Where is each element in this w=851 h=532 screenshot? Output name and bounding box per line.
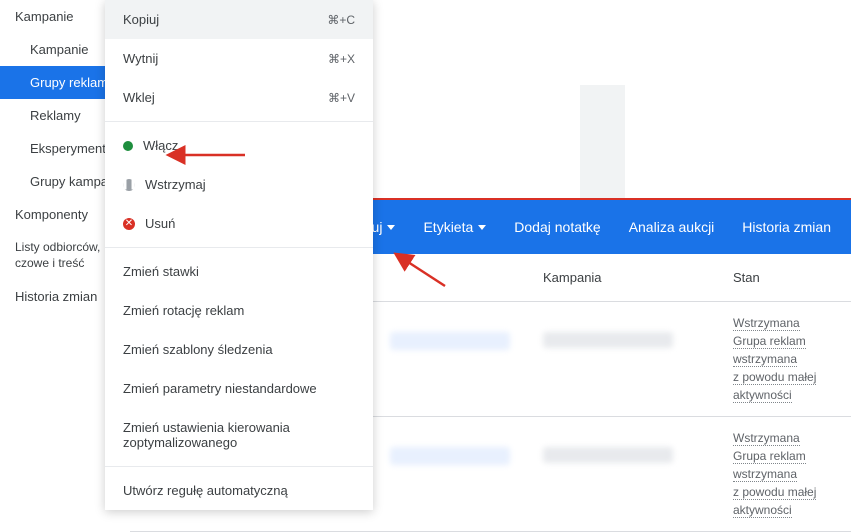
annotation-arrow: [400, 258, 450, 293]
toolbar-history[interactable]: Historia zmian: [742, 219, 831, 235]
menu-label: Kopiuj: [123, 12, 159, 27]
menu-label: Wstrzymaj: [145, 177, 206, 192]
menu-shortcut: ⌘+C: [327, 13, 355, 27]
pause-icon: ❚❚: [123, 179, 135, 191]
th-status: Stan: [715, 254, 851, 301]
menu-item-pause[interactable]: ❚❚ Wstrzymaj: [105, 165, 373, 204]
menu-item-remove[interactable]: ✕ Usuń: [105, 204, 373, 243]
caret-down-icon: [387, 225, 395, 230]
menu-shortcut: ⌘+V: [328, 91, 355, 105]
chart-bar: [580, 85, 625, 200]
menu-label: Zmień szablony śledzenia: [123, 342, 273, 357]
blurred-text: [390, 332, 510, 350]
blurred-text: [543, 332, 673, 348]
blurred-text: [390, 447, 510, 465]
th-campaign: Kampania: [525, 254, 715, 301]
enable-icon: [123, 141, 133, 151]
toolbar-label-text: Etykieta: [423, 219, 473, 235]
menu-divider: [105, 121, 373, 122]
blurred-text: [543, 447, 673, 463]
td-status: WstrzymanaGrupa reklamwstrzymanaz powodu…: [715, 417, 851, 531]
menu-label: Zmień stawki: [123, 264, 199, 279]
menu-label: Wytnij: [123, 51, 158, 66]
menu-label: Wklej: [123, 90, 155, 105]
toolbar-auction-analysis[interactable]: Analiza aukcji: [629, 219, 715, 235]
menu-item-change-tracking[interactable]: Zmień szablony śledzenia: [105, 330, 373, 369]
menu-label: Zmień parametry niestandardowe: [123, 381, 317, 396]
menu-divider: [105, 466, 373, 467]
menu-label: Zmień rotację reklam: [123, 303, 244, 318]
menu-item-create-rule[interactable]: Utwórz regułę automatyczną: [105, 471, 373, 510]
menu-item-change-targeting[interactable]: Zmień ustawienia kierowania zoptymalizow…: [105, 408, 373, 462]
menu-label: Włącz: [143, 138, 178, 153]
toolbar-label[interactable]: Etykieta: [423, 219, 486, 235]
menu-label: Utwórz regułę automatyczną: [123, 483, 288, 498]
caret-down-icon: [478, 225, 486, 230]
annotation-arrow: [175, 147, 245, 168]
menu-shortcut: ⌘+X: [328, 52, 355, 66]
menu-label: Zmień ustawienia kierowania zoptymalizow…: [123, 420, 355, 450]
menu-label: Usuń: [145, 216, 175, 231]
menu-item-cut[interactable]: Wytnij ⌘+X: [105, 39, 373, 78]
menu-item-copy[interactable]: Kopiuj ⌘+C: [105, 0, 373, 39]
menu-item-change-bids[interactable]: Zmień stawki: [105, 252, 373, 291]
remove-icon: ✕: [123, 218, 135, 230]
toolbar-add-note[interactable]: Dodaj notatkę: [514, 219, 600, 235]
menu-divider: [105, 247, 373, 248]
menu-item-paste[interactable]: Wklej ⌘+V: [105, 78, 373, 117]
menu-item-change-rotation[interactable]: Zmień rotację reklam: [105, 291, 373, 330]
context-menu: Kopiuj ⌘+C Wytnij ⌘+X Wklej ⌘+V Włącz ❚❚…: [105, 0, 373, 510]
menu-item-change-params[interactable]: Zmień parametry niestandardowe: [105, 369, 373, 408]
td-status: WstrzymanaGrupa reklamwstrzymanaz powodu…: [715, 302, 851, 416]
